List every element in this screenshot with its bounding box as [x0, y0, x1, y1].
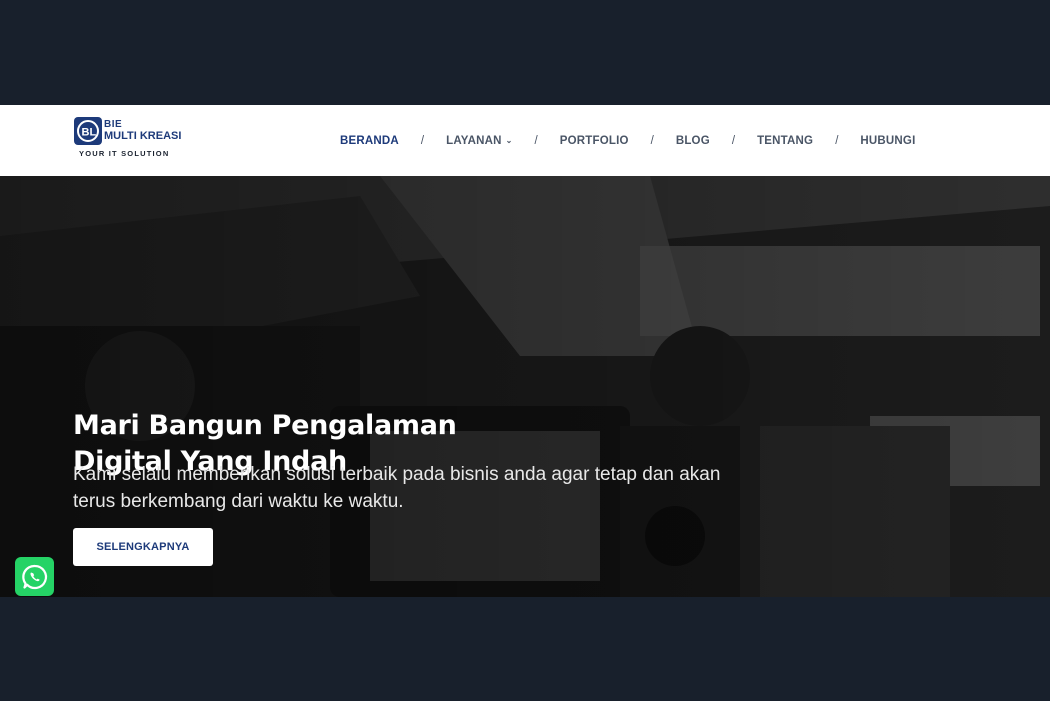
top-band: [0, 0, 1050, 105]
selengkapnya-button[interactable]: SELENGKAPNYA: [73, 528, 213, 566]
nav-separator: /: [420, 134, 425, 147]
nav-item-hubungi[interactable]: HUBUNGI: [860, 135, 915, 147]
nav-item-portfolio[interactable]: PORTFOLIO: [560, 135, 629, 147]
site-logo[interactable]: BL BIE MULTI KREASI YOUR IT SOLUTION: [73, 116, 193, 160]
hero-subtitle: Kami selalu memberikan solusi terbaik pa…: [73, 464, 721, 512]
logo-text-line2: MULTI KREASI: [104, 130, 182, 142]
nav-separator: /: [650, 134, 654, 147]
hero-banner: Mari Bangun Pengalaman Digital Yang Inda…: [0, 176, 1050, 597]
nav-item-beranda[interactable]: BERANDA: [340, 135, 399, 147]
nav-separator: /: [731, 134, 736, 147]
nav-item-blog[interactable]: BLOG: [676, 135, 710, 147]
whatsapp-icon: [21, 564, 47, 589]
logo-tagline: YOUR IT SOLUTION: [79, 149, 170, 158]
nav-item-label: LAYANAN: [446, 134, 502, 147]
svg-text:BL: BL: [82, 127, 97, 139]
nav-item-layanan[interactable]: LAYANAN ⌄: [446, 135, 512, 147]
whatsapp-chat-button[interactable]: [15, 557, 54, 596]
main-nav: BERANDA / LAYANAN ⌄ / PORTFOLIO / BLOG / …: [340, 105, 915, 176]
nav-separator: /: [534, 134, 538, 147]
logo-text-line1: BIE: [104, 119, 123, 130]
chevron-down-icon: ⌄: [505, 135, 513, 145]
logo-mark-icon: BL: [74, 117, 102, 145]
hero-title-line1: Mari Bangun Pengalaman: [73, 410, 457, 442]
site-header: BL BIE MULTI KREASI YOUR IT SOLUTION BER…: [0, 105, 1050, 177]
nav-separator: /: [835, 134, 839, 147]
nav-item-tentang[interactable]: TENTANG: [757, 135, 813, 147]
